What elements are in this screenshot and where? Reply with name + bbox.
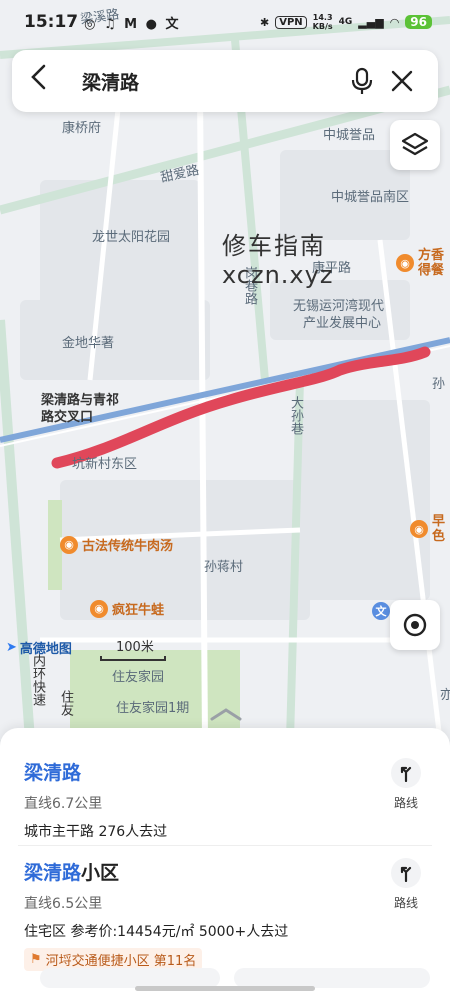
restaurant-icon: ◉ <box>396 254 414 272</box>
poi-beef-label: 古法传统牛肉汤 <box>82 539 174 554</box>
scale-bar <box>100 656 166 661</box>
result-meta: 住宅区 参考价:14454元/㎡ 5000+人去过 <box>24 924 289 940</box>
chevron-left-icon <box>31 64 46 90</box>
route-label: 路线 <box>393 796 418 810</box>
divider <box>18 845 432 846</box>
result-title: 梁清路 <box>24 762 82 784</box>
ranking-text: 河埒交通便捷小区 第11名 <box>45 954 197 969</box>
route-icon <box>391 758 421 788</box>
map-label-zhuyou-1: 住友家园 <box>112 670 165 685</box>
poi-fangxiang[interactable]: ◉ 方香得餐 <box>396 248 450 278</box>
chevron-up-icon <box>210 708 242 721</box>
microphone-icon <box>351 67 373 94</box>
search-bar: 梁清路 <box>12 50 438 112</box>
close-icon <box>391 70 413 92</box>
map-label-wuxi-2: 产业发展中心 <box>303 316 382 331</box>
bluetooth-icon: ✱ <box>260 15 270 29</box>
clock: 15:17 <box>24 12 79 32</box>
map-label-zhongchengyu: 中城誉品 <box>323 128 376 143</box>
clear-button[interactable] <box>382 69 422 93</box>
vpn-badge: VPN <box>275 15 307 29</box>
map-label-zhu-left: 住友 <box>58 690 73 716</box>
notification-icons: ◎ ♫ M ● 文 <box>84 16 181 32</box>
target-icon <box>403 613 427 637</box>
ranking-flag-icon: ⚑ <box>30 952 42 967</box>
status-bar: 15:17 ◎ ♫ M ● 文 ✱ VPN 14.3 KB/s 4G ▂▄▆ ◠ … <box>0 0 450 44</box>
map-label-sun: 孙 <box>432 377 446 392</box>
watermark-url: xczn.xyz <box>222 261 334 289</box>
poi-fangxiang-label: 方香得餐 <box>418 248 445 278</box>
watermark: 修车指南 xczn.xyz <box>222 226 333 289</box>
result-title: 梁清路小区 <box>24 862 120 884</box>
map-logo: ➤ 高德地图 <box>6 638 72 657</box>
battery-level: 96 <box>405 15 432 29</box>
result-distance: 直线6.5公里 <box>24 896 103 912</box>
poi-zao-label: 早色 <box>432 514 446 544</box>
next-card-stub <box>40 968 220 988</box>
map-label-zhuyou-2: 住友家园1期 <box>116 701 190 716</box>
route-button[interactable]: 路线 <box>386 758 426 811</box>
map-layers-button[interactable] <box>390 120 440 170</box>
signal-icon: ▂▄▆ <box>358 15 384 29</box>
next-card-stub <box>234 968 430 988</box>
network-type: 4G <box>338 17 353 27</box>
poi-zao[interactable]: ◉ 早色 <box>410 514 448 544</box>
scale-label: 100米 <box>116 640 154 655</box>
map-label-yi: 亦 <box>440 688 450 703</box>
wifi-icon: ◠ <box>389 15 400 29</box>
poi-beef-soup[interactable]: ◉ 古法传统牛肉汤 <box>60 535 173 554</box>
result-meta: 城市主干路 276人去过 <box>24 824 168 840</box>
logo-text: 高德地图 <box>19 642 72 657</box>
status-time: 15:17 ◎ ♫ M ● 文 <box>24 12 181 32</box>
route-icon <box>391 858 421 888</box>
home-indicator[interactable] <box>135 986 315 991</box>
restaurant-icon: ◉ <box>90 599 108 618</box>
poi-frog-label: 疯狂牛蛙 <box>112 603 165 618</box>
result-distance: 直线6.7公里 <box>24 796 103 812</box>
restaurant-icon: ◉ <box>60 535 78 554</box>
map-label-sunjiang: 孙蒋村 <box>204 560 244 575</box>
school-icon: 文 <box>372 601 390 620</box>
panel-expand-handle[interactable] <box>208 706 244 726</box>
results-panel: 梁清路 直线6.7公里 城市主干路 276人去过 路线 梁清路小区 直线6.5公… <box>0 728 450 1000</box>
layers-icon <box>401 132 429 156</box>
search-input[interactable]: 梁清路 <box>82 68 342 95</box>
restaurant-icon: ◉ <box>410 520 428 538</box>
watermark-title: 修车指南 <box>222 232 326 260</box>
map-label-jindi: 金地华著 <box>62 336 115 351</box>
map-label-xinxincun: 坑新村东区 <box>72 457 138 472</box>
map-label-inner-ring: 内环快速 <box>30 654 45 706</box>
status-right: ✱ VPN 14.3 KB/s 4G ▂▄▆ ◠ 96 <box>260 13 432 31</box>
voice-search-button[interactable] <box>342 67 382 95</box>
network-speed: 14.3 KB/s <box>312 13 333 31</box>
map-label-zhongchengyu-south: 中城誉品南区 <box>331 190 410 205</box>
logo-icon: ➤ <box>6 640 17 655</box>
route-label: 路线 <box>393 896 418 910</box>
back-button[interactable] <box>28 63 68 99</box>
map-label-intersection: 梁清路与青祁路交叉口 <box>41 393 120 425</box>
result-item[interactable]: 梁清路小区 直线6.5公里 住宅区 参考价:14454元/㎡ 5000+人去过 … <box>24 858 426 971</box>
poi-frog[interactable]: ◉ 疯狂牛蛙 <box>90 599 164 618</box>
locate-me-button[interactable] <box>390 600 440 650</box>
result-item[interactable]: 梁清路 直线6.7公里 城市主干路 276人去过 路线 <box>24 758 426 841</box>
map-label-kangqiaofu: 康桥府 <box>62 121 102 136</box>
map-label-dasunxiang: 大孙巷 <box>288 396 303 435</box>
route-button[interactable]: 路线 <box>386 858 426 911</box>
map-scale: 100米 <box>100 636 166 661</box>
map-label-longshi: 龙世太阳花园 <box>92 230 171 245</box>
